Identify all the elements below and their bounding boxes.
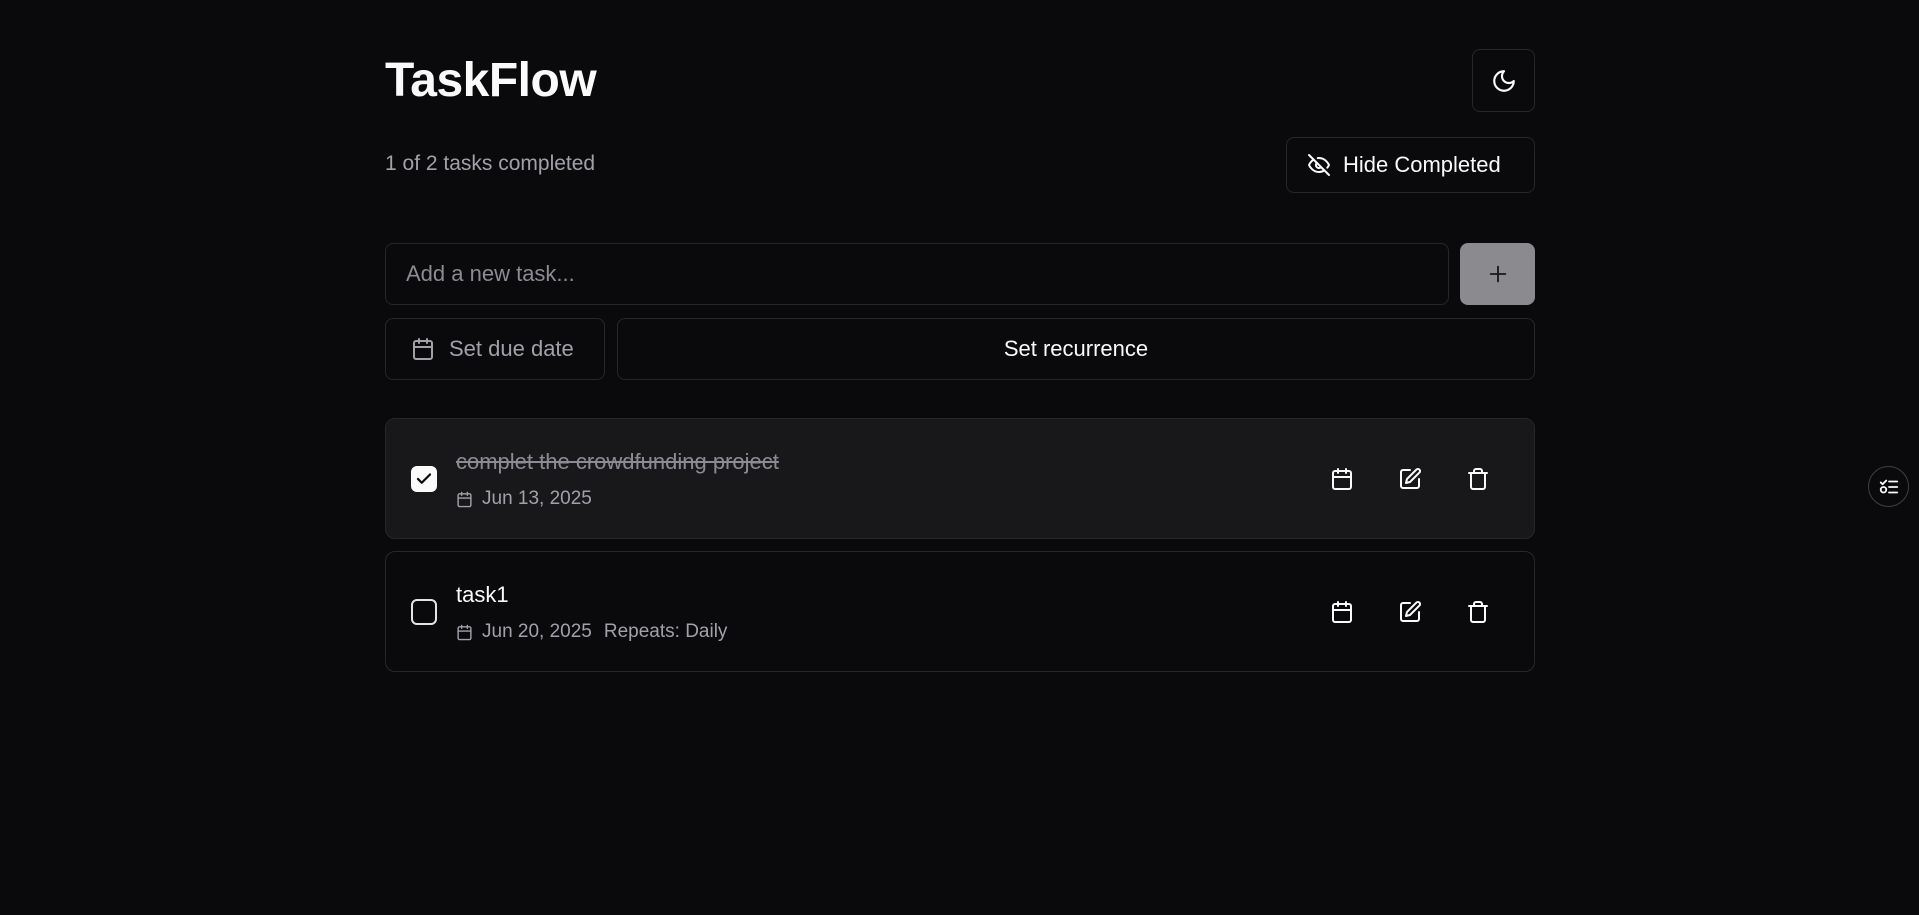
task-item: complet the crowdfunding project Jun 13,… (385, 418, 1535, 539)
set-due-date-label: Set due date (449, 336, 574, 361)
task-edit-button[interactable] (1394, 463, 1426, 495)
hide-completed-label: Hide Completed (1343, 152, 1501, 177)
task-title: task1 (456, 582, 509, 607)
new-task-input[interactable] (385, 243, 1449, 305)
task-meta: Jun 13, 2025 (456, 488, 592, 510)
eye-off-icon (1308, 154, 1330, 176)
task-due-date: Jun 13, 2025 (482, 488, 592, 509)
task-meta: Jun 20, 2025 Repeats: Daily (456, 621, 727, 643)
calendar-icon (1332, 468, 1352, 490)
task-due-date: Jun 20, 2025 (482, 621, 592, 642)
trash-icon (1468, 468, 1488, 490)
task-actions (1326, 596, 1494, 628)
calendar-icon (413, 338, 433, 360)
task-checkbox[interactable] (411, 466, 437, 492)
task-date-button[interactable] (1326, 596, 1358, 628)
task-item: task1 Jun 20, 2025 Repeats: Daily (385, 551, 1535, 672)
header: TaskFlow (385, 49, 1535, 112)
set-due-date-button[interactable]: Set due date (385, 318, 605, 380)
task-checkbox[interactable] (411, 599, 437, 625)
app-title: TaskFlow (385, 54, 597, 107)
moon-icon (1492, 69, 1515, 92)
task-title: complet the crowdfunding project (456, 449, 779, 474)
task-options-row: Set due date Set recurrence (385, 318, 1535, 380)
edit-icon (1400, 601, 1421, 622)
task-date-button[interactable] (1326, 463, 1358, 495)
task-summary: 1 of 2 tasks completed (385, 152, 596, 175)
set-recurrence-label: Set recurrence (1003, 336, 1149, 361)
due-date-icon (456, 491, 473, 508)
status-row: 1 of 2 tasks completed Hide Completed (385, 137, 1535, 193)
add-task-row (385, 243, 1535, 305)
task-list-icon (1879, 479, 1898, 493)
theme-toggle-button[interactable] (1472, 49, 1535, 112)
hide-completed-button[interactable]: Hide Completed (1286, 137, 1535, 193)
due-date-icon (456, 624, 473, 641)
floating-task-list-button[interactable] (1868, 466, 1909, 507)
task-delete-button[interactable] (1462, 463, 1494, 495)
check-icon (416, 473, 432, 484)
calendar-icon (1332, 601, 1352, 623)
task-actions (1326, 463, 1494, 495)
set-recurrence-button[interactable]: Set recurrence (617, 318, 1535, 380)
task-delete-button[interactable] (1462, 596, 1494, 628)
trash-icon (1468, 601, 1488, 623)
plus-icon (1489, 265, 1506, 283)
add-task-button[interactable] (1460, 243, 1535, 305)
task-recurrence: Repeats: Daily (603, 621, 728, 642)
edit-icon (1400, 468, 1421, 489)
task-edit-button[interactable] (1394, 596, 1426, 628)
